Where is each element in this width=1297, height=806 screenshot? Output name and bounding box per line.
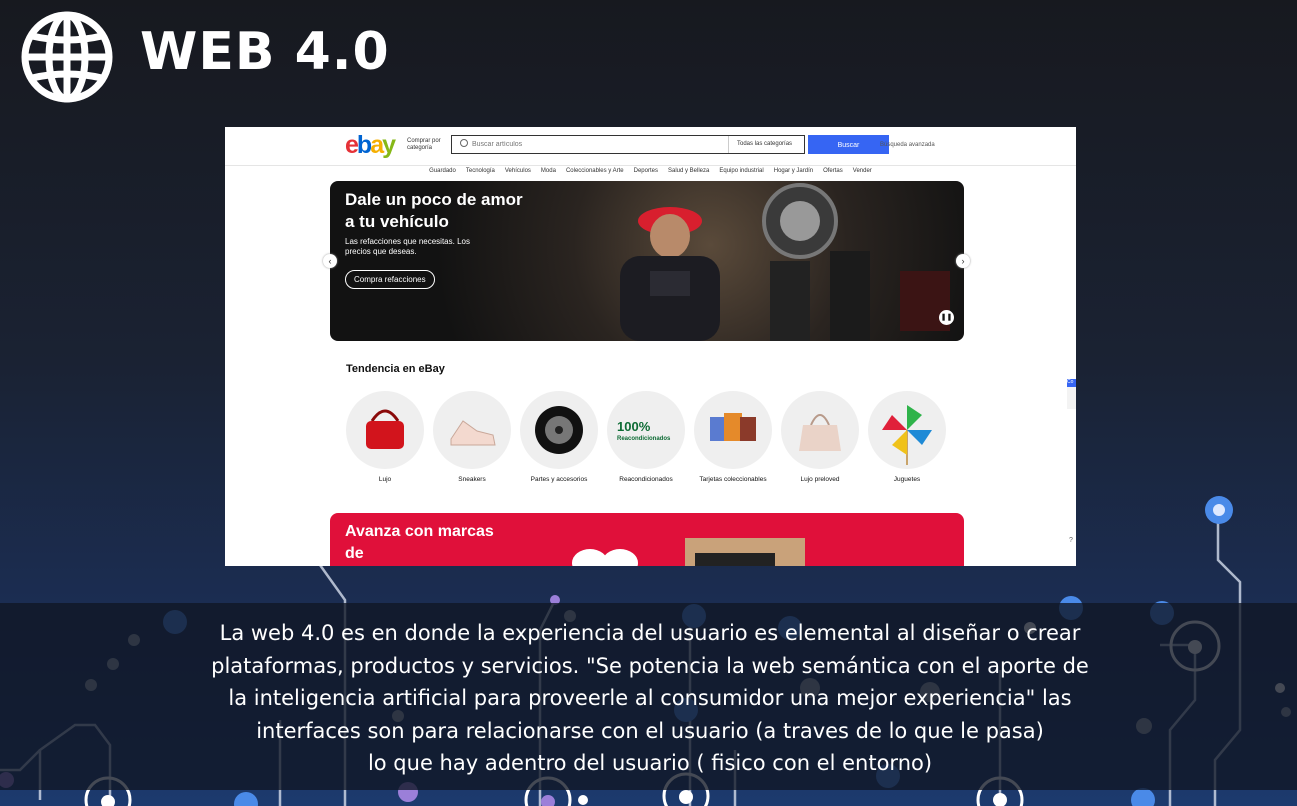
logo-letter-y: y bbox=[382, 131, 396, 159]
category-item-juguetes[interactable]: Juguetes bbox=[867, 391, 947, 483]
advanced-search-link[interactable]: Búsqueda avanzada bbox=[880, 142, 935, 148]
hero-subtitle: Las refacciones que necesitas. Los preci… bbox=[345, 237, 470, 256]
shop-by-category-button[interactable]: Comprar por categoría bbox=[407, 138, 441, 152]
nav-item[interactable]: Coleccionables y Arte bbox=[566, 168, 624, 174]
nav-item[interactable]: Moda bbox=[541, 168, 556, 174]
category-select[interactable]: Todas las categorías bbox=[728, 136, 806, 153]
category-label: Lujo preloved bbox=[800, 476, 840, 483]
search-icon bbox=[460, 139, 468, 147]
handbag-icon bbox=[366, 409, 404, 449]
pause-icon[interactable]: ❚❚ bbox=[939, 310, 954, 325]
category-item-partes[interactable]: Partes y accesorios bbox=[519, 391, 599, 483]
pinwheel-icon bbox=[882, 405, 932, 465]
feedback-box bbox=[1067, 387, 1076, 409]
refurb-percent: 100% bbox=[617, 419, 651, 434]
category-item-sneakers[interactable]: Sneakers bbox=[432, 391, 512, 483]
cards-icon bbox=[710, 413, 756, 441]
category-item-lujo-preloved[interactable]: Lujo preloved bbox=[780, 391, 860, 483]
nav-item[interactable]: Ofertas bbox=[823, 168, 843, 174]
hero-title: Dale un poco de amor a tu vehículo bbox=[345, 190, 523, 231]
nav-item[interactable]: Guardado bbox=[429, 168, 456, 174]
caption-line: La web 4.0 es en donde la experiencia de… bbox=[219, 621, 1081, 645]
slide-caption: La web 4.0 es en donde la experiencia de… bbox=[150, 617, 1150, 780]
nav-item[interactable]: Deportes bbox=[634, 168, 658, 174]
category-item-reacondicionados[interactable]: 100% Reacondicionados Reacondicionados bbox=[606, 391, 686, 483]
caption-line: la inteligencia artificial para proveerl… bbox=[228, 686, 1072, 710]
category-nav: Guardado Tecnología Vehículos Moda Coleccion… bbox=[225, 168, 1076, 180]
wheel-icon bbox=[535, 406, 583, 454]
carousel-next-icon[interactable]: › bbox=[956, 254, 970, 268]
sneakers-box-image bbox=[572, 538, 805, 566]
hero-banner: Dale un poco de amor a tu vehículo Las r… bbox=[330, 181, 964, 341]
hero-cta-button[interactable]: Compra refacciones bbox=[345, 270, 435, 289]
feedback-tab[interactable]: Co bbox=[1067, 379, 1076, 387]
refurb-text: Reacondicionados bbox=[617, 436, 671, 442]
motorcycle-image bbox=[762, 183, 950, 341]
sneaker-icon bbox=[450, 420, 496, 446]
help-icon[interactable]: ? bbox=[1069, 537, 1073, 544]
nav-item[interactable]: Tecnología bbox=[466, 168, 495, 174]
caption-line: lo que hay adentro del usuario ( fisico … bbox=[367, 751, 933, 775]
trending-title: Tendencia en eBay bbox=[346, 363, 445, 375]
caption-line: plataformas, productos y servicios. "Se … bbox=[211, 653, 1089, 678]
nav-item[interactable]: Vender bbox=[853, 168, 872, 174]
category-label: Tarjetas coleccionables bbox=[699, 476, 767, 483]
logo-letter-b: b bbox=[356, 131, 372, 159]
slide-title: WEB 4.0 bbox=[140, 22, 390, 82]
category-label: Lujo bbox=[378, 476, 392, 483]
logo-letter-e: e bbox=[345, 131, 359, 159]
promo-title: Avanza con marcas de bbox=[345, 523, 494, 562]
ebay-header: ebay Comprar por categoría Todas las cat… bbox=[225, 127, 1076, 166]
bag-icon bbox=[799, 414, 841, 451]
nav-item[interactable]: Salud y Belleza bbox=[668, 168, 709, 174]
nav-item[interactable]: Hogar y Jardín bbox=[774, 168, 813, 174]
promo-banner[interactable]: Avanza con marcas de bbox=[330, 513, 964, 566]
category-label: Reacondicionados bbox=[619, 476, 673, 483]
category-item-lujo[interactable]: Lujo bbox=[345, 391, 425, 483]
category-label: Sneakers bbox=[458, 476, 486, 483]
logo-letter-a: a bbox=[370, 131, 384, 159]
refurbished-badge-icon: 100% Reacondicionados bbox=[607, 391, 685, 469]
category-label: Partes y accesorios bbox=[530, 476, 588, 483]
carousel-prev-icon[interactable]: ‹ bbox=[323, 254, 337, 268]
category-label: Juguetes bbox=[893, 476, 921, 483]
ebay-logo[interactable]: ebay bbox=[345, 131, 396, 160]
ebay-screenshot: ebay Comprar por categoría Todas las cat… bbox=[225, 127, 1076, 566]
search-button[interactable]: Buscar bbox=[808, 135, 889, 154]
search-input[interactable] bbox=[472, 138, 722, 151]
caption-line: interfaces son para relacionarse con el … bbox=[256, 718, 1044, 743]
category-item-tarjetas[interactable]: Tarjetas coleccionables bbox=[693, 391, 773, 483]
nav-item[interactable]: Vehículos bbox=[505, 168, 531, 174]
search-bar: Todas las categorías bbox=[451, 135, 805, 154]
nav-item[interactable]: Equipo industrial bbox=[719, 168, 763, 174]
globe-icon bbox=[21, 11, 113, 103]
